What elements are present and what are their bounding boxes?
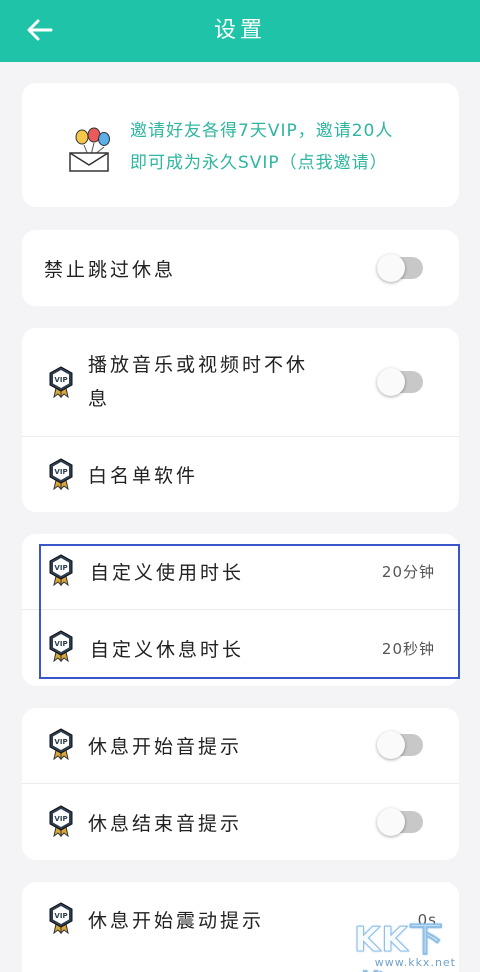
page-title: 设置 <box>213 18 266 43</box>
setting-label: 禁止跳过休息 <box>44 258 177 281</box>
rest-end-sound-toggle[interactable] <box>377 808 423 836</box>
svg-text:VIP: VIP <box>54 376 67 384</box>
setting-label: 自定义休息时长 <box>90 638 245 661</box>
setting-label: 休息结束音提示 <box>88 812 243 835</box>
setting-label: 白名单软件 <box>88 465 199 487</box>
setting-row-rest-start-vibrate[interactable]: VIP 休息开始震动提示 0s <box>22 882 459 957</box>
toggle-knob <box>377 254 405 282</box>
settings-card-vibrate: VIP 休息开始震动提示 0s <box>22 882 459 972</box>
no-rest-media-toggle[interactable] <box>377 368 423 396</box>
toggle-knob <box>377 808 405 836</box>
invite-line-2: 即可成为永久SVIP（点我邀请） <box>130 153 388 173</box>
setting-row-custom-rest[interactable]: VIP 自定义休息时长 20秒钟 <box>22 610 459 686</box>
vip-badge-icon: VIP <box>49 366 73 398</box>
app-header: 设置 <box>0 0 480 62</box>
svg-text:VIP: VIP <box>54 564 67 572</box>
vip-badge-icon: VIP <box>49 630 73 662</box>
settings-card-durations: VIP 自定义使用时长 20分钟 VIP 自定义休息时长 20秒钟 <box>22 534 459 686</box>
setting-row-whitelist[interactable]: VIP 白名单软件 <box>22 437 459 512</box>
vip-badge-icon: VIP <box>49 458 73 490</box>
toggle-knob <box>377 731 405 759</box>
svg-text:VIP: VIP <box>54 815 67 823</box>
invite-line-1: 邀请好友各得7天VIP，邀请20人 <box>130 121 394 141</box>
settings-card-skip: 禁止跳过休息 <box>22 230 459 306</box>
setting-label: 自定义使用时长 <box>90 562 245 584</box>
custom-rest-value: 20秒钟 <box>381 639 435 658</box>
setting-row-no-rest-media[interactable]: VIP 播放音乐或视频时不休 息 <box>22 328 459 436</box>
vip-badge-icon: VIP <box>49 805 73 837</box>
envelope-balloons-icon <box>69 127 110 172</box>
setting-label: 播放音乐或视频时不休 息 <box>88 354 309 410</box>
svg-text:VIP: VIP <box>54 912 67 920</box>
setting-row-custom-use[interactable]: VIP 自定义使用时长 20分钟 <box>22 534 459 609</box>
svg-text:VIP: VIP <box>54 468 67 476</box>
custom-use-value: 20分钟 <box>381 563 435 581</box>
invite-text: 邀请好友各得7天VIP，邀请20人 即可成为永久SVIP（点我邀请） <box>130 115 450 179</box>
no-skip-rest-toggle[interactable] <box>377 254 423 282</box>
setting-row-rest-start-sound[interactable]: VIP 休息开始音提示 <box>22 708 459 783</box>
setting-row-no-skip-rest[interactable]: 禁止跳过休息 <box>22 230 459 306</box>
settings-card-sounds: VIP 休息开始音提示 VIP 休息结束音提示 <box>22 708 459 860</box>
svg-text:VIP: VIP <box>54 640 67 648</box>
setting-label: 休息开始震动提示 <box>88 910 265 932</box>
rest-start-vibrate-value: 0s <box>417 910 437 929</box>
vip-badge-icon: VIP <box>49 902 73 934</box>
invite-banner[interactable]: 邀请好友各得7天VIP，邀请20人 即可成为永久SVIP（点我邀请） <box>22 83 459 207</box>
settings-card-media: VIP 播放音乐或视频时不休 息 VIP 白名单软件 <box>22 328 459 512</box>
setting-label: 休息开始音提示 <box>88 736 243 758</box>
toggle-knob <box>377 368 405 396</box>
setting-row-rest-end-sound[interactable]: VIP 休息结束音提示 <box>22 784 459 860</box>
rest-start-sound-toggle[interactable] <box>377 731 423 759</box>
vip-badge-icon: VIP <box>49 554 73 586</box>
vip-badge-icon: VIP <box>49 728 73 760</box>
svg-text:VIP: VIP <box>54 738 67 746</box>
